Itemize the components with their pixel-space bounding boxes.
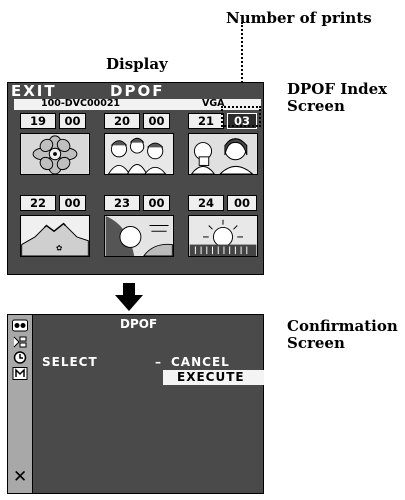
flower-image: [21, 134, 89, 174]
thumbnail-woman-portrait[interactable]: [104, 215, 174, 257]
image-index-22: 22: [20, 195, 56, 211]
index-title-bar: EXIT DPOF: [8, 82, 263, 100]
thumbnail-family[interactable]: [104, 133, 174, 175]
image-index-20: 20: [104, 113, 140, 129]
index-number-row-2: 22 00 23 00 24 00: [8, 195, 263, 211]
svg-text:✿: ✿: [56, 243, 62, 252]
image-index-23: 23: [104, 195, 140, 211]
print-count-23[interactable]: 00: [143, 195, 170, 211]
folder-name: 100-DVC00021: [41, 98, 121, 109]
number-of-prints-highlight: [221, 106, 261, 127]
image-index-21: 21: [188, 113, 224, 129]
print-count-20[interactable]: 00: [143, 113, 170, 129]
thumbnail-mountain[interactable]: ✿: [20, 215, 90, 257]
girl-phone-image: [189, 134, 257, 174]
display-label: Display: [106, 55, 168, 73]
confirmation-screen-text: Confirmation Screen: [287, 317, 398, 353]
dpof-index-screen-label: DPOF Index Screen: [287, 80, 388, 116]
number-of-prints-label: Number of prints: [226, 9, 372, 27]
image-index-24: 24: [188, 195, 224, 211]
confirmation-screen: ✕ DPOF SELECT – CANCEL EXECUTE: [7, 314, 264, 494]
family-image: [105, 134, 173, 174]
woman-portrait-image: [105, 216, 173, 256]
memory-card-icon[interactable]: [12, 367, 28, 380]
cancel-option[interactable]: CANCEL: [171, 355, 230, 369]
thumbnail-girl-on-phone[interactable]: [188, 133, 258, 175]
dpof-index-screen-text: DPOF Index Screen: [287, 80, 388, 116]
camera-tools-icon[interactable]: [12, 335, 28, 348]
confirmation-screen-label: Confirmation Screen: [287, 317, 398, 353]
execute-option-selected[interactable]: EXECUTE: [163, 370, 264, 385]
mountain-image: ✿: [21, 216, 89, 256]
side-menu-bar: ✕: [8, 315, 33, 493]
close-icon[interactable]: ✕: [13, 467, 27, 487]
select-dash: –: [155, 355, 161, 369]
print-count-19[interactable]: 00: [59, 113, 86, 129]
print-count-24[interactable]: 00: [227, 195, 257, 211]
select-label: SELECT: [42, 355, 98, 369]
clock-icon[interactable]: [12, 351, 28, 364]
down-arrow-icon: [115, 283, 143, 311]
tape-icon[interactable]: [12, 319, 28, 332]
thumbnail-sunset[interactable]: [188, 215, 258, 257]
image-index-19: 19: [20, 113, 56, 129]
sunset-image: [189, 216, 257, 256]
confirmation-title: DPOF: [120, 317, 158, 331]
print-count-22[interactable]: 00: [59, 195, 86, 211]
thumbnail-flower[interactable]: [20, 133, 90, 175]
